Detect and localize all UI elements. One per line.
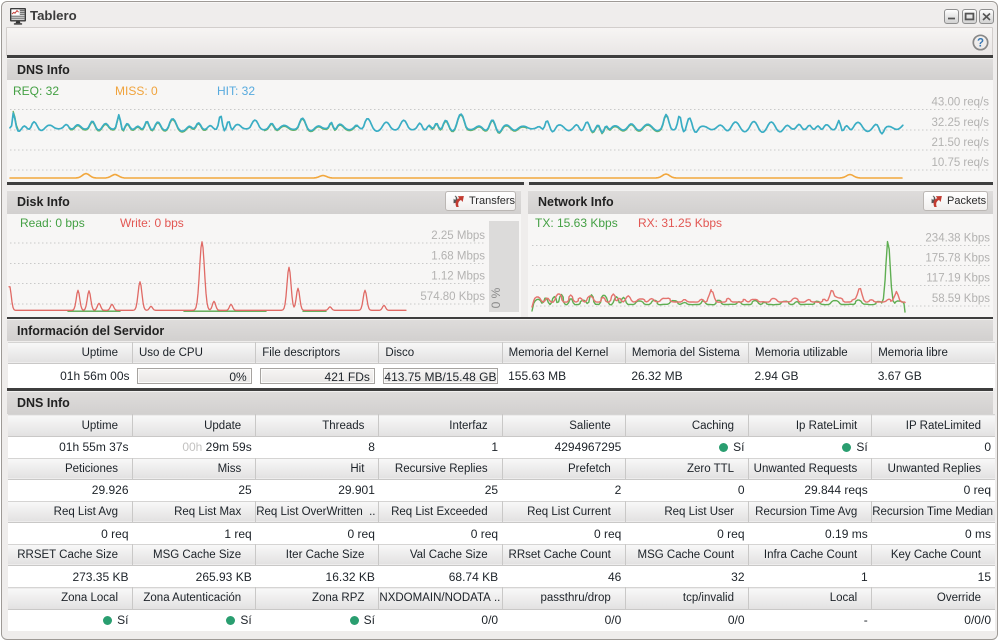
svg-text:2.25 Mbps: 2.25 Mbps — [431, 230, 485, 242]
svg-text:43.00 req/s: 43.00 req/s — [931, 97, 989, 109]
svg-text:1.68 Mbps: 1.68 Mbps — [431, 251, 485, 263]
svg-text:234.38 Kbps: 234.38 Kbps — [925, 233, 990, 245]
svg-text:21.50 req/s: 21.50 req/s — [931, 137, 989, 149]
svg-text:?: ? — [977, 37, 984, 49]
svg-text:1.12 Mbps: 1.12 Mbps — [431, 271, 485, 283]
svg-text:574.80 Kbps: 574.80 Kbps — [420, 291, 485, 303]
svg-text:175.78 Kbps: 175.78 Kbps — [925, 253, 990, 265]
svg-text:58.59 Kbps: 58.59 Kbps — [932, 293, 990, 305]
svg-text:32.25 req/s: 32.25 req/s — [931, 117, 989, 129]
svg-text:10.75 req/s: 10.75 req/s — [931, 157, 989, 169]
svg-text:117.19 Kbps: 117.19 Kbps — [926, 273, 990, 285]
